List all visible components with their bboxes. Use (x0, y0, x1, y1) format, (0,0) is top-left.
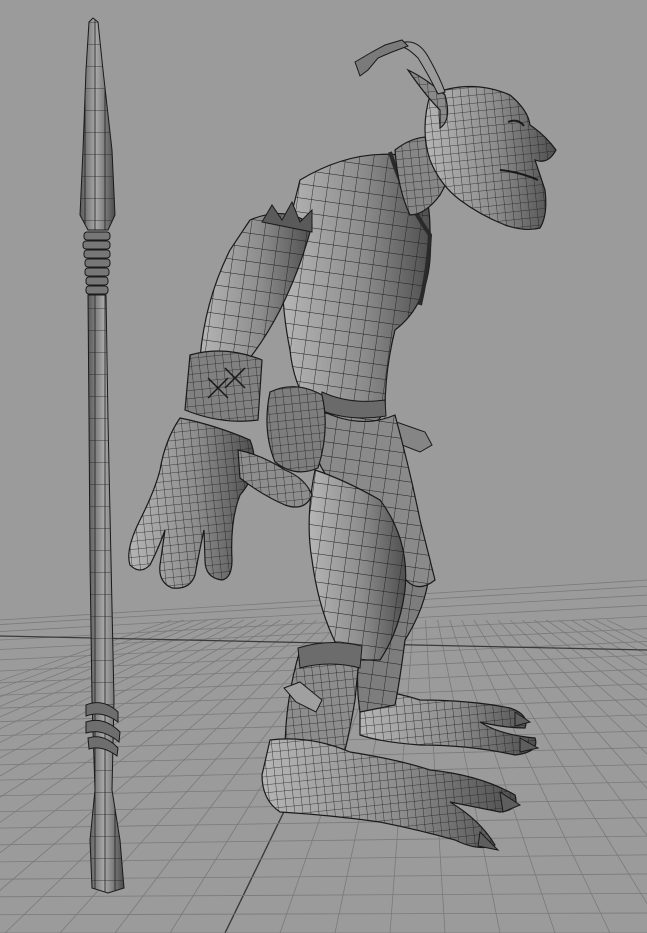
grid-line (570, 619, 647, 666)
grid-line (497, 619, 647, 789)
grid-line (606, 619, 647, 640)
spear-binding-lower (85, 702, 121, 757)
grid-line (582, 619, 647, 656)
grid-line (0, 892, 647, 898)
goblin-mesh[interactable] (128, 39, 557, 851)
goblin-leg-wrap (297, 641, 363, 669)
grid-line (461, 619, 611, 933)
3d-viewport[interactable] (0, 0, 647, 933)
grid-line (0, 912, 647, 916)
grid-line (509, 619, 647, 755)
spear-binding-upper (82, 231, 111, 295)
grid-line (534, 619, 647, 708)
grid-line (473, 619, 647, 905)
goblin-feather (354, 39, 409, 77)
grid-line (485, 619, 647, 837)
viewport-canvas (0, 17, 647, 933)
grid-line (522, 619, 647, 729)
